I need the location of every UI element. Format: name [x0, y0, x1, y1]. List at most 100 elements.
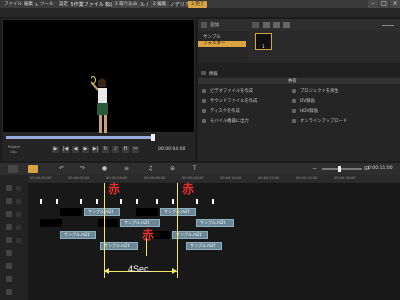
auto-music-icon[interactable]: ♫ [146, 165, 155, 173]
audio-filter-icon[interactable] [283, 22, 290, 28]
timeline-timecode[interactable]: 0:00:11:00 [368, 166, 393, 171]
track-header-column [0, 175, 28, 300]
title-track-icon[interactable] [6, 263, 12, 269]
track-visibility-icon[interactable] [16, 212, 21, 217]
track-visibility-icon[interactable] [16, 199, 21, 204]
tab-capture[interactable]: 1 取り込み [112, 1, 141, 8]
photo-filter-icon[interactable] [273, 22, 280, 28]
close-button[interactable]: × [390, 0, 400, 8]
black-frame[interactable] [60, 208, 82, 216]
clip-mode-label[interactable]: Clip [10, 150, 17, 154]
task-create-disc[interactable]: ディスクを作成 [210, 108, 240, 114]
clip-marker[interactable] [96, 199, 98, 204]
black-frame[interactable] [40, 219, 62, 227]
timeline-clip[interactable]: サンプル.m2t [100, 242, 138, 250]
zoom-slider[interactable] [322, 168, 362, 170]
redo-icon[interactable]: ↷ [78, 165, 87, 173]
online-upload-icon [292, 119, 296, 123]
voice-track-icon[interactable] [6, 276, 12, 282]
menu-edit[interactable]: 編集 [22, 1, 35, 8]
maximize-button[interactable]: □ [379, 0, 389, 8]
timeline-clip[interactable]: サンプル.m2t [84, 208, 120, 216]
volume-icon[interactable]: ♪ [112, 146, 119, 153]
task-dv-record[interactable]: DV録画 [300, 98, 315, 104]
preview-timecode[interactable]: 00:00:04:00 [158, 147, 185, 152]
next-frame-icon[interactable]: ▶ [82, 146, 89, 153]
timeline-clip[interactable]: サンプル.m2t [196, 219, 234, 227]
track-visibility-icon[interactable] [16, 186, 21, 191]
video-track-icon[interactable] [6, 185, 12, 191]
ruler-tick: 00:00:02:00 [68, 176, 90, 180]
zoom-out-icon[interactable]: − [310, 165, 319, 173]
home-icon[interactable]: |◀ [62, 146, 69, 153]
share-section-label: 共有 [288, 79, 297, 84]
mobile-export-icon [202, 119, 206, 123]
black-frame[interactable] [98, 219, 118, 227]
menu-tools[interactable]: ツール [38, 1, 56, 8]
black-frame[interactable] [136, 208, 158, 216]
clip-marker[interactable] [56, 199, 58, 204]
folder-item-folder[interactable]: フォルダー [198, 41, 246, 47]
scrubber-handle[interactable] [151, 134, 155, 141]
task-create-sound[interactable]: サウンドファイルを作成 [210, 98, 257, 104]
tab-share[interactable]: 3 完了 [188, 1, 208, 8]
mixer-icon[interactable]: ≡ [122, 165, 131, 173]
task-hdv-record[interactable]: HDV録画 [300, 108, 318, 114]
repeat-icon[interactable]: ↻ [102, 146, 109, 153]
play-icon[interactable]: ▶ [52, 146, 59, 153]
clip-marker[interactable] [172, 199, 174, 204]
undo-icon[interactable]: ↶ [57, 165, 66, 173]
overlay-track-icon[interactable] [6, 211, 12, 217]
menu-file[interactable]: ファイル [2, 1, 24, 8]
info-label[interactable]: 情報 [209, 71, 218, 77]
track-visibility-icon[interactable] [16, 238, 21, 243]
timeline-clip[interactable]: サンプル.m2t [60, 231, 96, 239]
ruler-tick: 00:00:06:00 [144, 176, 166, 180]
overlay-track-icon[interactable] [6, 198, 12, 204]
overlay-track-icon[interactable] [6, 224, 12, 230]
library-toolbar [198, 19, 400, 31]
overlay-track-icon[interactable] [6, 237, 12, 243]
task-mobile-export[interactable]: モバイル機器に出力 [210, 118, 249, 124]
clip-marker[interactable] [212, 199, 214, 204]
task-create-video[interactable]: ビデオファイルを作成 [210, 88, 253, 94]
clip-marker[interactable] [120, 199, 122, 204]
track-visibility-icon[interactable] [16, 225, 21, 230]
info-icon[interactable] [201, 71, 206, 75]
task-project-playback[interactable]: プロジェクトを再生 [300, 88, 339, 94]
timeline-view-button[interactable] [28, 165, 38, 173]
previous-frame-icon[interactable]: ◀ [72, 146, 79, 153]
hd-icon[interactable]: H [122, 146, 129, 153]
add-folder-icon[interactable] [201, 22, 207, 28]
clip-marker[interactable] [136, 199, 138, 204]
task-online-upload[interactable]: オンラインアップロード [300, 118, 347, 124]
zoom-slider-handle[interactable] [338, 166, 341, 172]
clip-marker[interactable] [40, 199, 42, 204]
menu-settings[interactable]: 設定 [57, 1, 70, 8]
subtitle-editor-icon[interactable]: T [190, 165, 199, 173]
timeline-clip[interactable]: サンプル.m2t [160, 208, 196, 216]
end-icon[interactable]: ▶| [92, 146, 99, 153]
add-folder-label[interactable]: 追加 [210, 22, 219, 28]
motion-track-icon[interactable]: ⊕ [168, 165, 177, 173]
timeline-clip[interactable]: サンプル.m2t [186, 242, 222, 250]
music-track-icon[interactable] [6, 289, 12, 295]
create-disc-icon [202, 109, 206, 113]
video-filter-icon[interactable] [263, 22, 270, 28]
annotation-red-marker: 赤 [142, 228, 155, 242]
project-mode-label[interactable]: Project [8, 145, 20, 149]
minimize-button[interactable]: – [368, 0, 378, 8]
share-section-header [198, 78, 400, 84]
folder-icon[interactable] [252, 22, 259, 28]
overlay-track-icon[interactable] [6, 250, 12, 256]
record-icon[interactable]: ● [100, 165, 109, 173]
preview-window [2, 19, 195, 138]
clip-marker[interactable] [156, 199, 158, 204]
clip-marker[interactable] [80, 199, 82, 204]
thumb-size-slider[interactable] [382, 25, 394, 26]
folder-item-sample[interactable]: サンプル [203, 34, 221, 40]
split-clip-icon[interactable]: ✂ [132, 146, 139, 153]
clip-marker[interactable] [196, 199, 198, 204]
tab-edit[interactable]: 2 編集 [150, 1, 170, 8]
storyboard-view-button[interactable] [8, 165, 18, 173]
